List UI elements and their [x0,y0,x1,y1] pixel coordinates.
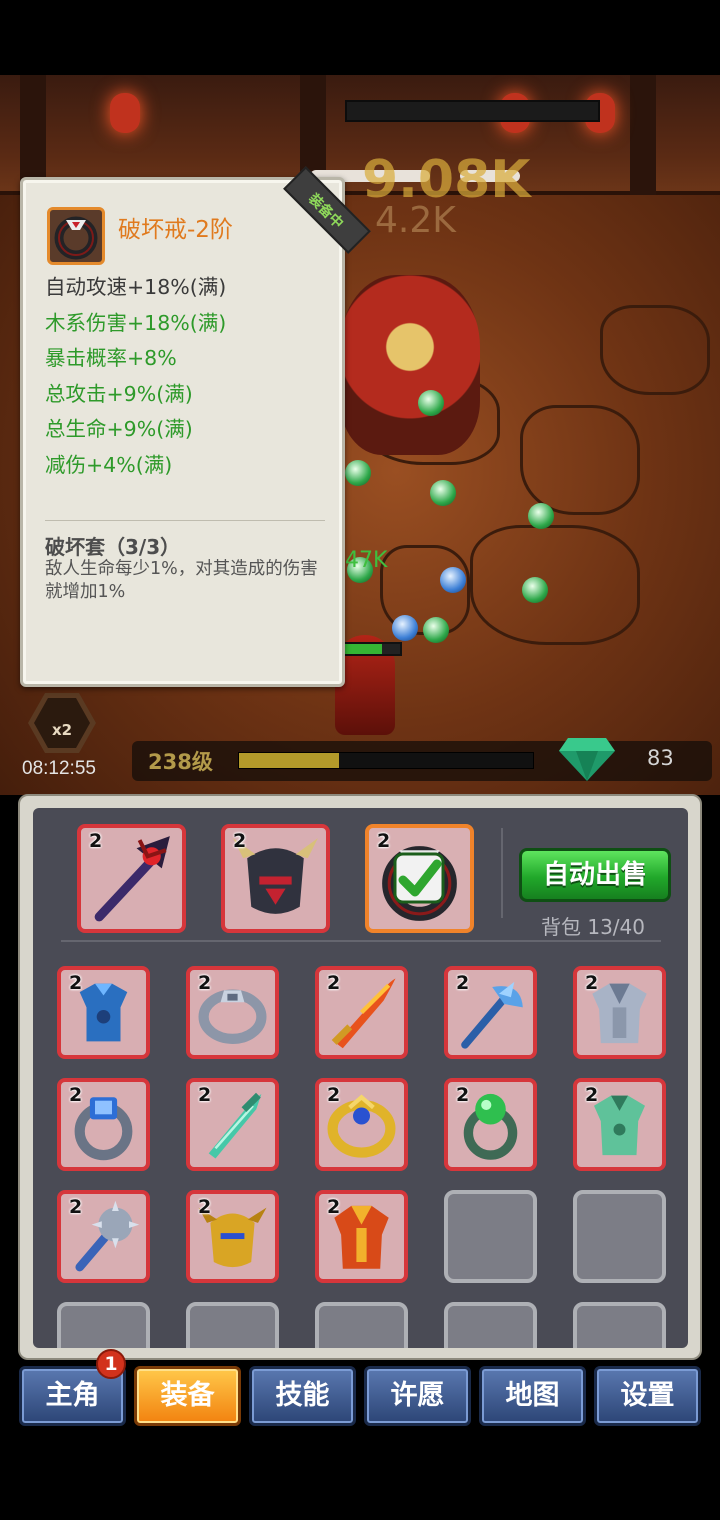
empty-slot[interactable] [444,1190,537,1283]
exp-fill [239,753,339,768]
item-level: 2 [69,972,83,994]
item-level: 2 [198,1196,212,1218]
speed-toggle[interactable]: x2 [28,693,96,753]
inventory-slot[interactable]: 2 [57,966,150,1059]
equipped-slot[interactable]: 2 [221,824,330,933]
tab-equipment[interactable]: 装备 [134,1366,241,1426]
item-level: 2 [327,972,341,994]
timer: 08:12:55 [22,758,96,779]
damage-number: 4.2K [375,200,456,241]
item-tooltip: 破坏戒-2阶 装备中 自动攻速+18%(满) 木系伤害+18%(满) 暴击概率+… [20,166,371,687]
inventory-slot[interactable]: 2 [186,966,279,1059]
item-level: 2 [327,1196,341,1218]
divider [45,520,325,521]
floor-tile [470,525,640,645]
destruction-ring-icon [47,207,105,265]
inventory-slot[interactable]: 2 [315,1078,408,1171]
drop-orb [430,480,456,506]
floor-tile [520,405,640,515]
item-level: 2 [377,830,391,852]
level-label: 238级 [148,750,213,774]
inventory-slot[interactable]: 2 [573,966,666,1059]
equipment-panel: 自动出售 背包 13/40 2 2 2 2 2 2 2 2 2 2 2 2 2 2 2 2 [18,794,702,1360]
equipped-slot[interactable]: 2 [77,824,186,933]
inventory-slot[interactable]: 2 [315,1190,408,1283]
item-level: 2 [89,830,103,852]
floor-tile [600,305,710,395]
auto-sell-button[interactable]: 自动出售 [519,848,671,902]
gem-count: 83 [647,746,674,770]
stat-line: 总攻击+9%(满) [45,381,193,406]
drop-orb [345,460,371,486]
bag-capacity: 背包 13/40 [541,915,645,939]
set-description: 敌人生命每少1%，对其造成的伤害就增加1% [45,559,318,602]
drop-orb [423,617,449,643]
set-name: 破坏套（3/3） [45,535,181,559]
empty-slot[interactable] [444,1302,537,1348]
drop-orb [418,390,444,416]
item-level: 2 [198,972,212,994]
item-level: 2 [327,1084,341,1106]
stat-list: 自动攻速+18%(满) 木系伤害+18%(满) 暴击概率+8% 总攻击+9%(满… [45,270,226,483]
tab-skills[interactable]: 技能 [249,1366,356,1426]
tab-settings[interactable]: 设置 [594,1366,701,1426]
empty-slot[interactable] [573,1302,666,1348]
inventory-slot[interactable]: 2 [573,1078,666,1171]
divider [501,828,503,918]
inventory-slot[interactable]: 2 [444,966,537,1059]
drop-orb [528,503,554,529]
empty-slot[interactable] [315,1302,408,1348]
item-level: 2 [198,1084,212,1106]
inventory-slot[interactable]: 2 [186,1078,279,1171]
item-level: 2 [585,972,599,994]
shrine-pillar [630,75,656,195]
drop-orb [440,567,466,593]
lantern-icon [110,93,140,133]
item-level: 2 [585,1084,599,1106]
item-level: 2 [233,830,247,852]
speed-label: x2 [51,721,73,739]
empty-slot[interactable] [573,1190,666,1283]
item-level: 2 [69,1084,83,1106]
gem-icon [559,738,615,781]
inventory-area[interactable]: 自动出售 背包 13/40 2 2 2 2 2 2 2 2 2 2 2 2 2 2 2 2 [33,808,688,1348]
stat-line: 暴击概率+8% [45,346,177,370]
stat-line: 自动攻速+18%(满) [45,275,227,299]
inventory-slot[interactable]: 2 [444,1078,537,1171]
tab-map[interactable]: 地图 [479,1366,586,1426]
drop-orb [522,577,548,603]
inventory-slot[interactable]: 2 [186,1190,279,1283]
item-level: 2 [456,1084,470,1106]
item-level: 2 [69,1196,83,1218]
item-title: 破坏戒-2阶 [118,217,233,243]
inventory-slot[interactable]: 2 [57,1078,150,1171]
inventory-slot[interactable]: 2 [57,1190,150,1283]
stat-line: 木系伤害+18%(满) [45,310,227,335]
empty-slot[interactable] [186,1302,279,1348]
item-level: 2 [456,972,470,994]
stat-line: 减伤+4%(满) [45,452,173,477]
exp-bar [238,752,534,769]
boss-hp-bar [345,100,600,122]
tab-wish[interactable]: 许愿 [364,1366,471,1426]
stat-line: 总生命+9%(满) [45,417,193,441]
empty-slot[interactable] [57,1302,150,1348]
equipped-slot[interactable]: 2 [365,824,474,933]
hero-damage-number: 47K [345,548,388,573]
inventory-slot[interactable]: 2 [315,966,408,1059]
divider [61,940,661,942]
boss-enemy [340,275,480,455]
drop-orb [392,615,418,641]
notification-badge: 1 [96,1349,126,1379]
